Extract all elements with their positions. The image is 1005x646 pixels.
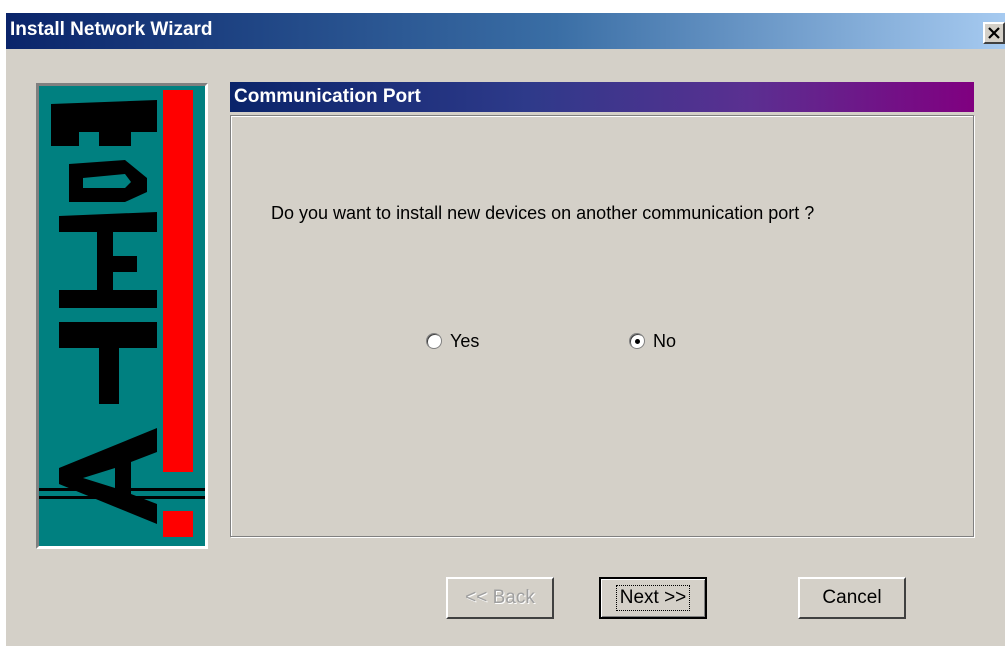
close-icon (988, 27, 1000, 39)
no-radio[interactable]: No (629, 330, 676, 352)
panel-header-label: Communication Port (234, 86, 421, 107)
back-button[interactable]: << Back (446, 577, 554, 619)
cancel-button-label: Cancel (822, 587, 882, 608)
question-text: Do you want to install new devices on an… (271, 203, 815, 223)
cancel-button[interactable]: Cancel (798, 577, 906, 619)
no-radio-label: No (653, 330, 677, 351)
next-button-label: Next >> (615, 585, 691, 611)
panel-header: Communication Port (230, 82, 974, 112)
radio-selected-dot (635, 339, 640, 344)
ateq-logo-icon (39, 86, 205, 546)
yes-radio[interactable]: Yes (426, 330, 479, 352)
yes-radio-label: Yes (450, 330, 480, 351)
close-button[interactable] (983, 22, 1005, 44)
wizard-dialog: Install Network Wizard Communication Por… (6, 13, 1005, 646)
panel-body (230, 115, 974, 537)
ateq-logo (36, 83, 208, 549)
next-button[interactable]: Next >> (599, 577, 707, 619)
title-bar[interactable]: Install Network Wizard (6, 13, 1005, 49)
radio-circle-icon (426, 333, 442, 349)
radio-circle-icon (629, 333, 645, 349)
back-button-label: << Back (465, 587, 535, 608)
window-title: Install Network Wizard (10, 19, 213, 40)
